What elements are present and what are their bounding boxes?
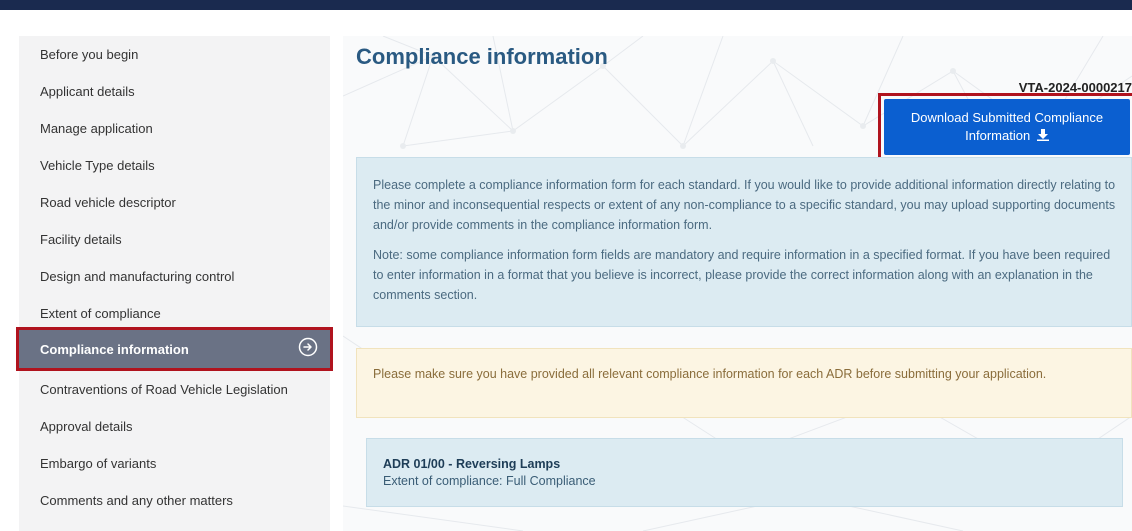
sidebar-item-label: Embargo of variants <box>40 456 157 471</box>
warning-alert-box: Please make sure you have provided all r… <box>356 348 1132 418</box>
sidebar-item-design-manufacturing-control[interactable]: Design and manufacturing control <box>19 258 330 295</box>
warning-text: Please make sure you have provided all r… <box>373 367 1047 381</box>
sidebar-item-road-vehicle-descriptor[interactable]: Road vehicle descriptor <box>19 184 330 221</box>
sidebar-item-label: Applicant details <box>40 84 135 99</box>
sidebar-item-label: Design and manufacturing control <box>40 269 235 284</box>
sidebar-item-label: Comments and any other matters <box>40 493 233 508</box>
sidebar-item-applicant-details[interactable]: Applicant details <box>19 73 330 110</box>
adr-title: ADR 01/00 - Reversing Lamps <box>383 457 561 471</box>
arrow-circle-right-icon <box>298 337 318 357</box>
download-icon <box>1036 129 1049 141</box>
sidebar-item-label: Vehicle Type details <box>40 158 155 173</box>
download-button-label-line1: Download Submitted Compliance <box>910 110 1104 125</box>
sidebar-item-compliance-information[interactable]: Compliance information <box>16 327 333 371</box>
download-compliance-button[interactable]: Download Submitted Compliance Informatio… <box>884 99 1130 155</box>
sidebar-item-before-you-begin[interactable]: Before you begin <box>19 36 330 73</box>
sidebar-item-embargo-of-variants[interactable]: Embargo of variants <box>19 445 330 482</box>
sidebar-item-manage-application[interactable]: Manage application <box>19 110 330 147</box>
sidebar-item-label: Extent of compliance <box>40 306 161 321</box>
sidebar-item-label: Manage application <box>40 121 153 136</box>
sidebar-item-label: Road vehicle descriptor <box>40 195 176 210</box>
download-button-label-line2: Information <box>965 128 1031 143</box>
sidebar-item-approval-details[interactable]: Approval details <box>19 408 330 445</box>
sidebar-item-label: Compliance information <box>40 341 189 357</box>
sidebar-item-label: Contraventions of Road Vehicle Legislati… <box>40 382 288 397</box>
main-content: Compliance information VTA-2024-0000217 … <box>343 36 1132 531</box>
instructions-info-box: Please complete a compliance information… <box>356 157 1132 327</box>
sidebar-item-label: Approval details <box>40 419 133 434</box>
adr-extent-of-compliance: Extent of compliance: Full Compliance <box>383 474 596 488</box>
sidebar-item-comments[interactable]: Comments and any other matters <box>19 482 330 519</box>
download-button-highlight: Download Submitted Compliance Informatio… <box>878 93 1132 162</box>
sidebar-item-facility-details[interactable]: Facility details <box>19 221 330 258</box>
instructions-note: Note: some compliance information form f… <box>373 248 1111 302</box>
page-title: Compliance information <box>356 44 608 69</box>
sidebar-item-vehicle-type-details[interactable]: Vehicle Type details <box>19 147 330 184</box>
sidebar-item-label: Facility details <box>40 232 122 247</box>
sidebar-item-label: Before you begin <box>40 47 139 62</box>
sidebar-nav: Before you begin Applicant details Manag… <box>16 36 333 531</box>
sidebar-item-contraventions[interactable]: Contraventions of Road Vehicle Legislati… <box>19 371 330 408</box>
adr-compliance-card[interactable]: ADR 01/00 - Reversing Lamps Extent of co… <box>366 438 1123 507</box>
instructions-paragraph: Please complete a compliance information… <box>373 178 1116 232</box>
top-header-bar <box>0 0 1132 10</box>
